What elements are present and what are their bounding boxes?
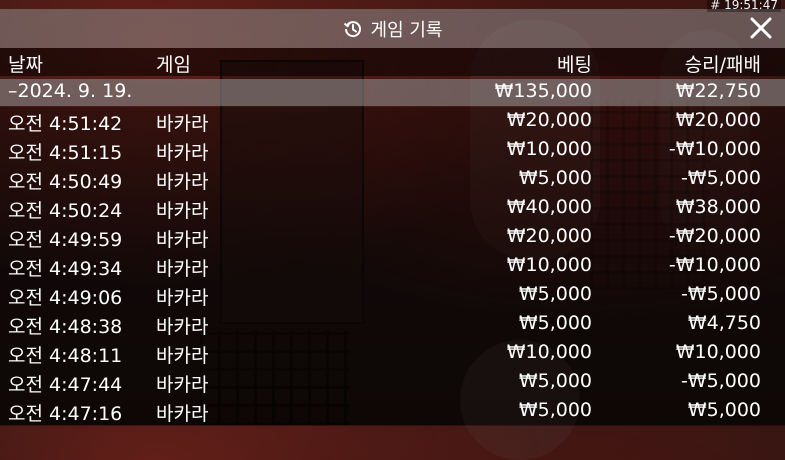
row-result: ₩38,000	[675, 196, 761, 218]
history-row[interactable]: 오전 4:51:15 바카라 ₩10,000 -₩10,000	[0, 136, 785, 165]
row-result: ₩5,000	[687, 399, 761, 421]
row-result: ₩10,000	[675, 341, 761, 363]
close-button[interactable]	[749, 16, 773, 40]
history-row[interactable]: 오전 4:49:59 바카라 ₩20,000 -₩20,000	[0, 223, 785, 252]
row-bet: ₩10,000	[506, 254, 592, 276]
row-game: 바카라	[156, 316, 209, 338]
history-row[interactable]: 오전 4:48:38 바카라 ₩5,000 ₩4,750	[0, 310, 785, 339]
row-bet: ₩10,000	[506, 138, 592, 160]
history-row[interactable]: 오전 4:50:24 바카라 ₩40,000 ₩38,000	[0, 194, 785, 223]
header-title-group: 게임 기록	[343, 16, 443, 42]
row-game: 바카라	[156, 171, 209, 193]
row-time: 오전 4:51:42	[8, 113, 123, 135]
history-list: 오전 4:51:42 바카라 ₩20,000 ₩20,000 오전 4:51:1…	[0, 107, 785, 426]
row-time: 오전 4:48:11	[8, 345, 123, 367]
row-time: 오전 4:47:16	[8, 403, 123, 425]
row-time: 오전 4:49:34	[8, 258, 123, 280]
game-history-header: 게임 기록	[0, 9, 785, 48]
row-game: 바카라	[156, 113, 209, 135]
column-header-bet: 베팅	[557, 54, 592, 76]
history-icon	[343, 19, 363, 39]
date-summary-result: ₩22,750	[675, 80, 761, 102]
column-header-row: 날짜 게임 베팅 승리/패배	[0, 48, 785, 76]
row-time: 오전 4:50:24	[8, 200, 123, 222]
row-time: 오전 4:49:06	[8, 287, 123, 309]
history-row[interactable]: 오전 4:50:49 바카라 ₩5,000 -₩5,000	[0, 165, 785, 194]
history-row[interactable]: 오전 4:47:44 바카라 ₩5,000 -₩5,000	[0, 368, 785, 397]
row-bet: ₩5,000	[518, 399, 592, 421]
row-game: 바카라	[156, 258, 209, 280]
history-row[interactable]: 오전 4:48:11 바카라 ₩10,000 ₩10,000	[0, 339, 785, 368]
row-result: -₩5,000	[680, 167, 761, 189]
history-row[interactable]: 오전 4:51:42 바카라 ₩20,000 ₩20,000	[0, 107, 785, 136]
row-result: -₩5,000	[680, 370, 761, 392]
row-game: 바카라	[156, 142, 209, 164]
row-game: 바카라	[156, 229, 209, 251]
column-header-game: 게임	[156, 54, 191, 76]
row-game: 바카라	[156, 345, 209, 367]
row-time: 오전 4:47:44	[8, 374, 123, 396]
date-summary-row[interactable]: –2024. 9. 19. ₩135,000 ₩22,750	[0, 79, 785, 106]
row-game: 바카라	[156, 374, 209, 396]
history-row[interactable]: 오전 4:49:06 바카라 ₩5,000 -₩5,000	[0, 281, 785, 310]
row-bet: ₩5,000	[518, 283, 592, 305]
row-time: 오전 4:50:49	[8, 171, 123, 193]
row-bet: ₩20,000	[506, 225, 592, 247]
history-row[interactable]: 오전 4:49:34 바카라 ₩10,000 -₩10,000	[0, 252, 785, 281]
row-time: 오전 4:51:15	[8, 142, 123, 164]
row-result: -₩20,000	[668, 225, 761, 247]
row-game: 바카라	[156, 287, 209, 309]
column-header-date: 날짜	[8, 54, 43, 76]
status-clock: # 19:51:47	[707, 0, 781, 12]
row-time: 오전 4:48:38	[8, 316, 123, 338]
row-bet: ₩20,000	[506, 109, 592, 131]
history-row[interactable]: 오전 4:47:16 바카라 ₩5,000 ₩5,000	[0, 397, 785, 426]
row-time: 오전 4:49:59	[8, 229, 123, 251]
row-result: -₩10,000	[668, 138, 761, 160]
row-result: ₩4,750	[687, 312, 761, 334]
row-bet: ₩10,000	[506, 341, 592, 363]
row-game: 바카라	[156, 200, 209, 222]
row-result: ₩20,000	[675, 109, 761, 131]
row-bet: ₩5,000	[518, 370, 592, 392]
page-title: 게임 기록	[370, 19, 443, 41]
row-bet: ₩40,000	[506, 196, 592, 218]
row-game: 바카라	[156, 403, 209, 425]
date-summary-bet: ₩135,000	[494, 80, 592, 102]
column-header-result: 승리/패배	[684, 54, 761, 76]
row-bet: ₩5,000	[518, 167, 592, 189]
date-summary-date: –2024. 9. 19.	[8, 80, 133, 102]
row-bet: ₩5,000	[518, 312, 592, 334]
row-result: -₩10,000	[668, 254, 761, 276]
close-icon[interactable]	[749, 16, 773, 40]
row-result: -₩5,000	[680, 283, 761, 305]
